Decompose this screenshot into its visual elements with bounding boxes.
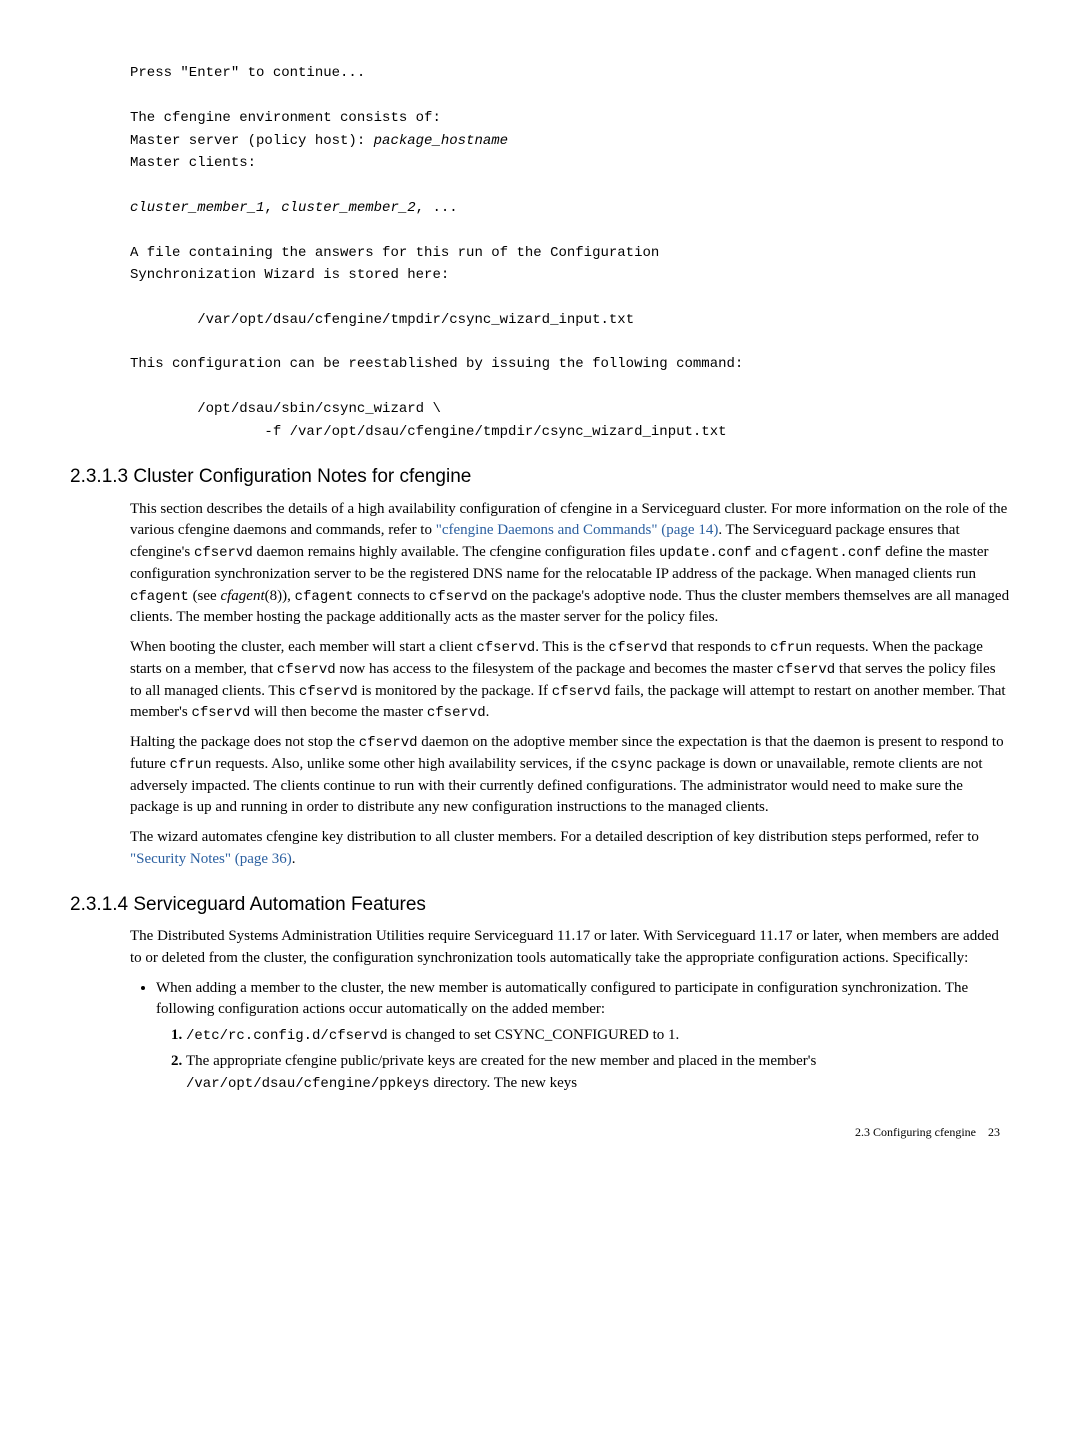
numbered-list: /etc/rc.config.d/cfservd is changed to s… [156,1025,1010,1094]
code-block: Press "Enter" to continue... The cfengin… [130,40,1010,443]
code-inline: csync [611,757,653,773]
text: When adding a member to the cluster, the… [156,980,968,1018]
code-inline: cfservd [299,684,358,700]
code-inline: cfagent [295,589,354,605]
code-line: This configuration can be reestablished … [130,356,743,372]
code-var: cluster_member_2 [281,200,415,216]
page-footer: 2.3 Configuring cfengine 23 [70,1124,1010,1141]
code-text: , ... [416,200,458,216]
text: (8)), [265,588,295,604]
code-line: Master clients: [130,155,256,171]
code-line: /opt/dsau/sbin/csync_wizard \ [130,401,441,417]
text: The wizard automates cfengine key distri… [130,829,979,845]
code-inline: cfservd [277,662,336,678]
paragraph: The Distributed Systems Administration U… [130,926,1010,970]
section-heading-2313: 2.3.1.3 Cluster Configuration Notes for … [70,463,1010,491]
code-inline: cfservd [194,545,253,561]
code-line: Master server (policy host): [130,133,374,149]
manpage-ref: cfagent [220,588,264,604]
text: The appropriate cfengine public/private … [186,1053,816,1069]
code-line: A file containing the answers for this r… [130,245,659,261]
text: (see [189,588,221,604]
text: now has access to the filesystem of the … [336,661,777,677]
code-line: Press "Enter" to continue... [130,65,365,81]
code-inline: /etc/rc.config.d/cfservd [186,1028,388,1044]
code-inline: cfrun [170,757,212,773]
paragraph: Halting the package does not stop the cf… [130,732,1010,819]
code-inline: cfservd [191,705,250,721]
code-line: /var/opt/dsau/cfengine/tmpdir/csync_wiza… [130,312,634,328]
text: daemon remains highly available. The cfe… [253,544,659,560]
code-var: cluster_member_1 [130,200,264,216]
code-inline: cfservd [429,589,488,605]
code-line: The cfengine environment consists of: [130,110,441,126]
code-inline: cfservd [427,705,486,721]
paragraph: The wizard automates cfengine key distri… [130,827,1010,871]
list-item: The appropriate cfengine public/private … [186,1051,1010,1095]
text: . This is the [535,639,608,655]
list-item: When adding a member to the cluster, the… [156,978,1010,1095]
code-inline: /var/opt/dsau/cfengine/ppkeys [186,1076,430,1092]
text: is monitored by the package. If [358,683,552,699]
bullet-list: When adding a member to the cluster, the… [130,978,1010,1095]
code-inline: cfservd [609,640,668,656]
link-security-notes[interactable]: "Security Notes" (page 36) [130,851,292,867]
text: requests. Also, unlike some other high a… [212,756,611,772]
code-text: , [264,200,281,216]
code-inline: cfservd [476,640,535,656]
code-inline: cfservd [552,684,611,700]
text: is changed to set CSYNC_CONFIGURED to 1. [388,1027,680,1043]
text: . [292,851,296,867]
paragraph: This section describes the details of a … [130,499,1010,630]
text: connects to [353,588,428,604]
list-item: /etc/rc.config.d/cfservd is changed to s… [186,1025,1010,1047]
code-inline: cfagent [130,589,189,605]
code-inline: cfservd [776,662,835,678]
code-inline: cfrun [770,640,812,656]
code-line: Synchronization Wizard is stored here: [130,267,449,283]
paragraph: When booting the cluster, each member wi… [130,637,1010,724]
link-cfengine-daemons[interactable]: "cfengine Daemons and Commands" (page 14… [436,522,719,538]
text: directory. The new keys [430,1075,577,1091]
footer-page-number: 23 [988,1125,1000,1139]
text: . [486,704,490,720]
text: Halting the package does not stop the [130,734,359,750]
code-line: -f /var/opt/dsau/cfengine/tmpdir/csync_w… [130,424,727,440]
code-inline: cfservd [359,735,418,751]
code-inline: update.conf [659,545,751,561]
code-inline: cfagent.conf [781,545,882,561]
text: When booting the cluster, each member wi… [130,639,476,655]
section-heading-2314: 2.3.1.4 Serviceguard Automation Features [70,891,1010,919]
text: will then become the master [250,704,427,720]
code-var: package_hostname [374,133,508,149]
text: that responds to [667,639,770,655]
footer-section: 2.3 Configuring cfengine [855,1125,976,1139]
text: and [751,544,780,560]
